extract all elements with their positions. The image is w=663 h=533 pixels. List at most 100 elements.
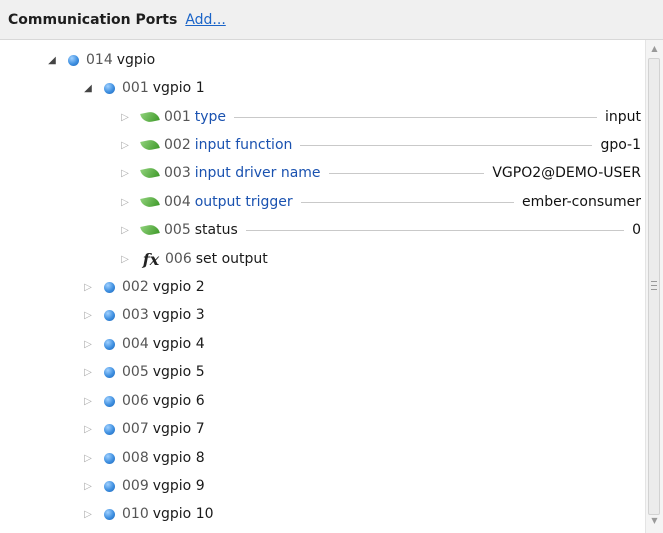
- collapse-arrow-icon[interactable]: ▷: [81, 396, 95, 407]
- collapse-arrow-icon[interactable]: ▷: [81, 282, 95, 293]
- node-number: 006: [122, 393, 149, 409]
- fx-function-icon: fx: [142, 249, 160, 269]
- node-name: vgpio 5: [152, 364, 205, 380]
- parameter-leaf-icon: [140, 138, 160, 152]
- function-row-set-output[interactable]: ▷ fx 006 set output: [0, 246, 645, 272]
- node-number: 001: [122, 80, 149, 96]
- parameter-row-input-function[interactable]: ▷ 002 input function gpo-1: [0, 132, 645, 158]
- scroll-up-arrow-icon[interactable]: ▲: [646, 44, 663, 53]
- node-sphere-icon: [104, 338, 115, 350]
- node-number: 008: [122, 450, 149, 466]
- node-number: 005: [122, 364, 149, 380]
- tree-node-vgpio-5[interactable]: ▷ 005 vgpio 5: [0, 359, 645, 385]
- parameter-value: input: [604, 109, 641, 125]
- tree-node-vgpio-2[interactable]: ▷ 002 vgpio 2: [0, 274, 645, 300]
- collapse-arrow-icon[interactable]: ▷: [81, 509, 95, 520]
- tree-node-vgpio-6[interactable]: ▷ 006 vgpio 6: [0, 388, 645, 414]
- node-number: 010: [122, 506, 149, 522]
- node-sphere-icon: [68, 54, 79, 66]
- parameter-name: input driver name: [194, 165, 321, 181]
- tree-node-vgpio-4[interactable]: ▷ 004 vgpio 4: [0, 331, 645, 357]
- tree-view: ◢ 014 vgpio ◢ 001 vgpio 1 ▷ 001 type input …: [0, 40, 645, 533]
- panel-header: Communication Ports Add...: [0, 0, 663, 40]
- collapse-arrow-icon[interactable]: ▷: [81, 310, 95, 321]
- parameter-value: gpo-1: [600, 137, 641, 153]
- tree-node-vgpio-8[interactable]: ▷ 008 vgpio 8: [0, 445, 645, 471]
- node-name: vgpio 10: [152, 506, 214, 522]
- parameter-value: ember-consumer: [522, 194, 641, 210]
- node-name: vgpio 7: [152, 421, 205, 437]
- leader-line: [245, 229, 625, 231]
- panel-title: Communication Ports: [8, 11, 178, 28]
- node-sphere-icon: [104, 82, 115, 94]
- node-sphere-icon: [104, 366, 115, 378]
- node-sphere-icon: [104, 423, 115, 435]
- parameter-row-input-driver-name[interactable]: ▷ 003 input driver name VGPO2@DEMO-USER: [0, 160, 645, 186]
- node-number: 014: [86, 52, 113, 68]
- collapsed-arrow-icon: ▷: [121, 196, 129, 208]
- leader-line: [234, 116, 597, 118]
- collapsed-arrow-icon: ▷: [121, 139, 129, 151]
- node-number: 003: [122, 307, 149, 323]
- collapsed-arrow-icon: ▷: [121, 111, 129, 123]
- node-name: vgpio 4: [152, 336, 205, 352]
- node-sphere-icon: [104, 508, 115, 520]
- parameter-number: 003: [164, 165, 191, 181]
- tree-node-vgpio-9[interactable]: ▷ 009 vgpio 9: [0, 473, 645, 499]
- node-number: 002: [122, 279, 149, 295]
- add-link[interactable]: Add...: [185, 12, 225, 28]
- node-sphere-icon: [104, 281, 115, 293]
- node-name: vgpio 1: [152, 80, 205, 96]
- parameter-name: input function: [194, 137, 293, 153]
- tree-node-vgpio-3[interactable]: ▷ 003 vgpio 3: [0, 302, 645, 328]
- node-number: 007: [122, 421, 149, 437]
- tree-node-vgpio-7[interactable]: ▷ 007 vgpio 7: [0, 416, 645, 442]
- parameter-leaf-icon: [140, 195, 160, 209]
- scrollbar-thumb[interactable]: [648, 58, 660, 515]
- collapse-arrow-icon[interactable]: ▷: [81, 481, 95, 492]
- leader-line: [300, 201, 515, 203]
- parameter-number: 001: [164, 109, 191, 125]
- collapse-arrow-icon[interactable]: ▷: [81, 453, 95, 464]
- parameter-name: type: [194, 109, 227, 125]
- leader-line: [328, 172, 485, 174]
- communication-ports-panel: Communication Ports Add... ◢ 014 vgpio ◢ …: [0, 0, 663, 533]
- collapsed-arrow-icon: ▷: [121, 167, 129, 179]
- collapse-arrow-icon[interactable]: ▷: [81, 367, 95, 378]
- node-number: 004: [122, 336, 149, 352]
- node-number: 009: [122, 478, 149, 494]
- collapse-arrow-icon[interactable]: ▷: [81, 339, 95, 350]
- vertical-scrollbar[interactable]: ▲ ▼: [645, 40, 663, 533]
- node-sphere-icon: [104, 309, 115, 321]
- parameter-row-output-trigger[interactable]: ▷ 004 output trigger ember-consumer: [0, 189, 645, 215]
- tree-node-vgpio-1[interactable]: ◢ 001 vgpio 1: [0, 75, 645, 101]
- collapsed-arrow-icon: ▷: [121, 224, 129, 236]
- node-sphere-icon: [104, 480, 115, 492]
- parameter-number: 002: [164, 137, 191, 153]
- node-name: vgpio 3: [152, 307, 205, 323]
- grip-icon: [651, 281, 657, 290]
- node-sphere-icon: [104, 452, 115, 464]
- scroll-down-arrow-icon[interactable]: ▼: [646, 516, 663, 525]
- function-name: set output: [195, 251, 268, 267]
- tree-node-vgpio[interactable]: ◢ 014 vgpio: [0, 47, 645, 73]
- parameter-row-type[interactable]: ▷ 001 type input: [0, 104, 645, 130]
- node-name: vgpio 6: [152, 393, 205, 409]
- collapsed-arrow-icon: ▷: [121, 253, 129, 265]
- node-name: vgpio 8: [152, 450, 205, 466]
- parameter-row-status[interactable]: ▷ 005 status 0: [0, 217, 645, 243]
- parameter-value: VGPO2@DEMO-USER: [492, 165, 641, 181]
- function-number: 006: [165, 251, 192, 267]
- parameter-name: status: [194, 222, 238, 238]
- node-name: vgpio 2: [152, 279, 205, 295]
- parameter-name: output trigger: [194, 194, 293, 210]
- expand-arrow-icon[interactable]: ◢: [81, 83, 95, 94]
- leader-line: [300, 144, 593, 146]
- node-sphere-icon: [104, 395, 115, 407]
- tree-node-vgpio-10[interactable]: ▷ 010 vgpio 10: [0, 501, 645, 527]
- expand-arrow-icon[interactable]: ◢: [45, 55, 59, 66]
- parameter-leaf-icon: [140, 110, 160, 124]
- parameter-number: 004: [164, 194, 191, 210]
- collapse-arrow-icon[interactable]: ▷: [81, 424, 95, 435]
- parameter-leaf-icon: [140, 166, 160, 180]
